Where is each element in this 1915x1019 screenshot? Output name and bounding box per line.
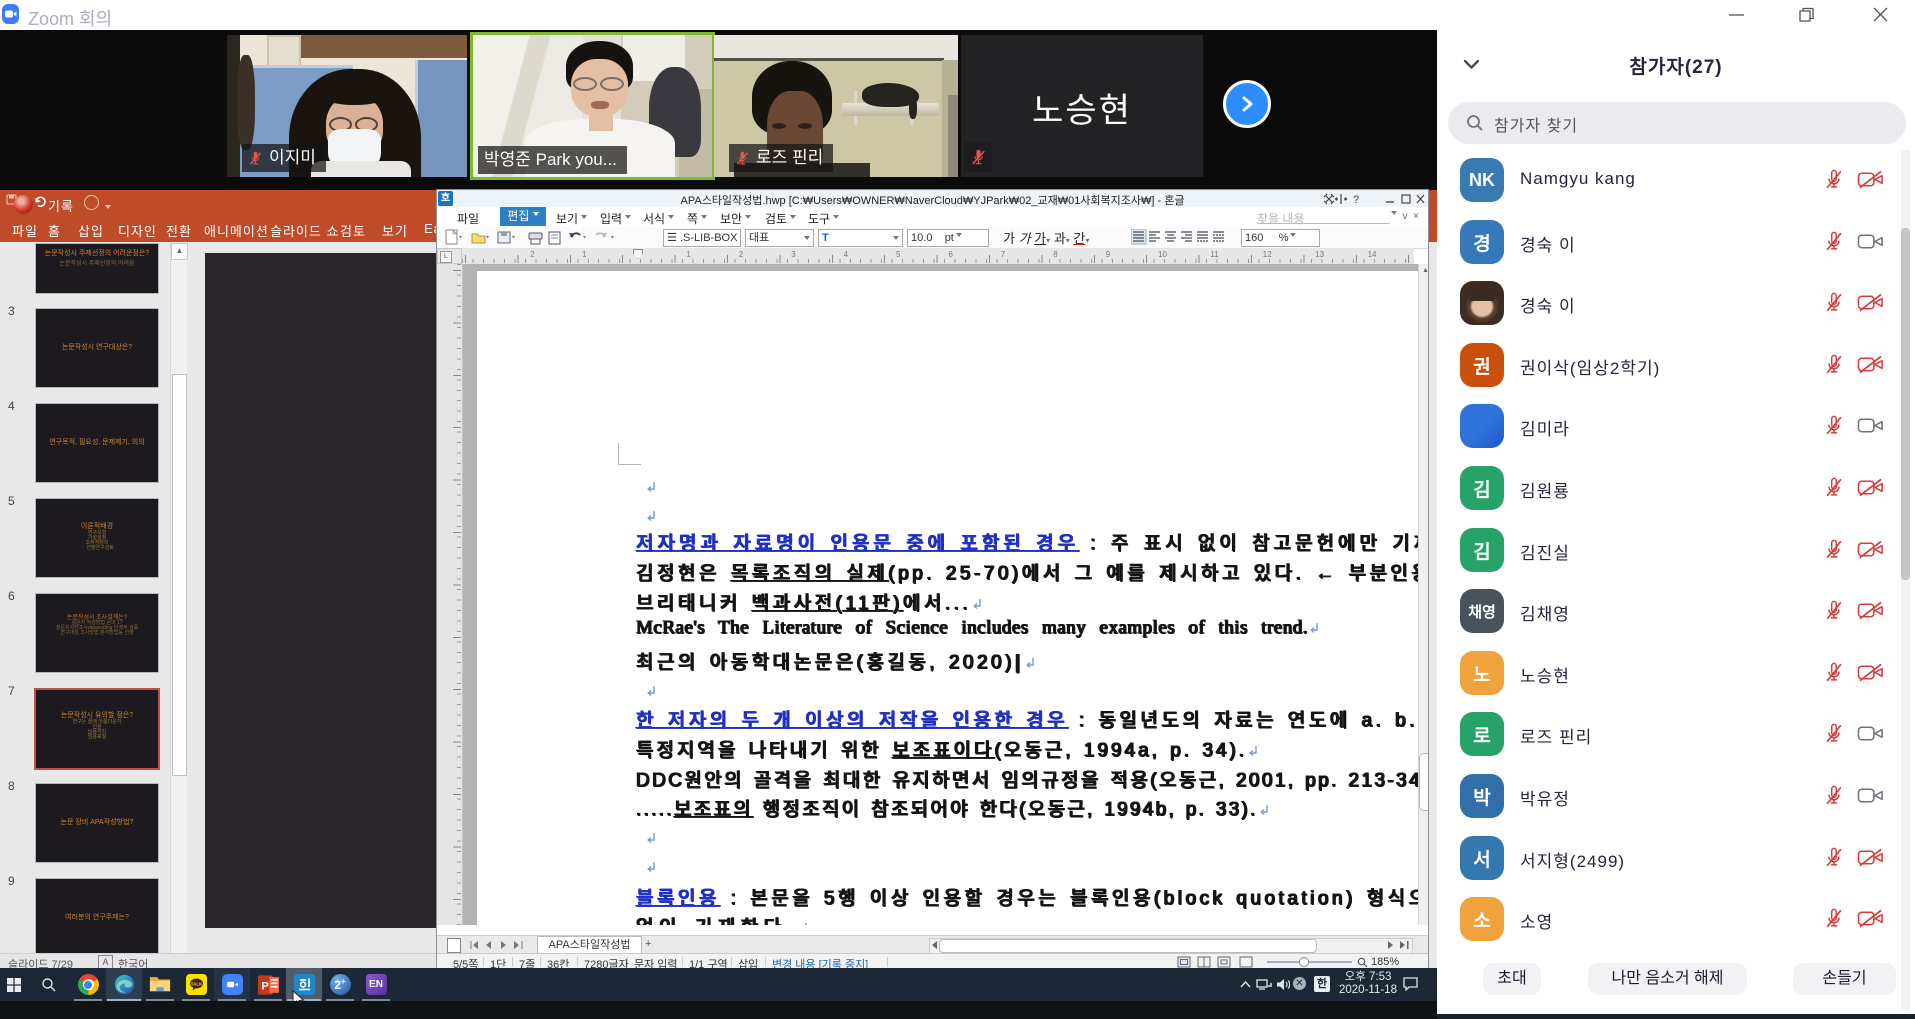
svg-text:P: P bbox=[261, 980, 269, 992]
svg-text:?: ? bbox=[1353, 194, 1359, 205]
svg-text:TALK: TALK bbox=[190, 982, 202, 987]
